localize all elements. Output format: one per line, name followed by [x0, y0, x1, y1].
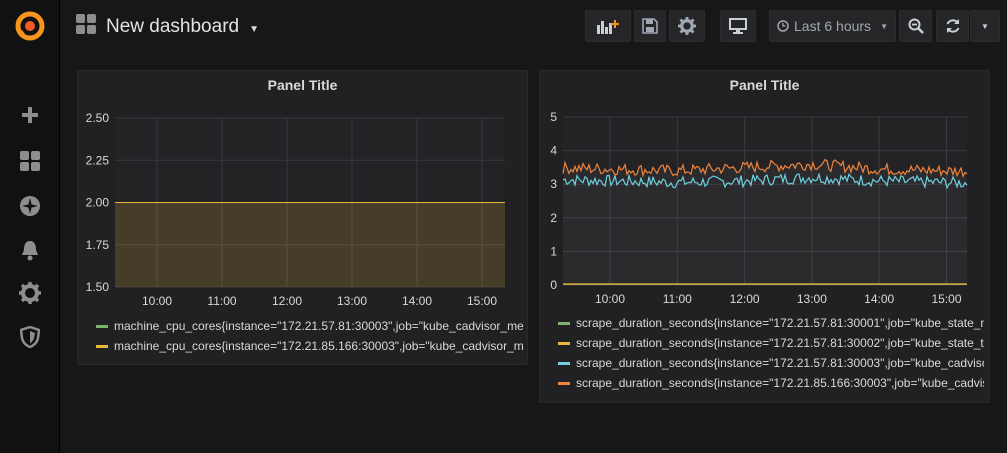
graph-canvas[interactable]: 0 1 2 3 4 5 10:00 11:00 12:00 13:00 14:00 15:00	[540, 101, 991, 341]
time-range-picker[interactable]: Last 6 hours ▼	[769, 10, 896, 42]
legend-swatch	[558, 361, 570, 365]
legend-label: machine_cpu_cores{instance="172.21.85.16…	[114, 339, 524, 353]
refresh-icon	[946, 19, 959, 33]
save-icon	[642, 18, 658, 34]
legend-item[interactable]: scrape_duration_seconds{instance="172.21…	[558, 373, 984, 393]
legend-label: scrape_duration_seconds{instance="172.21…	[576, 336, 984, 350]
legend-item[interactable]: machine_cpu_cores{instance="172.21.57.81…	[96, 316, 524, 336]
save-dashboard-button[interactable]	[634, 10, 666, 42]
legend-item[interactable]: machine_cpu_cores{instance="172.21.85.16…	[96, 336, 524, 356]
y-tick-label: 2.50	[86, 111, 110, 125]
legend-swatch	[558, 321, 570, 325]
graph-canvas[interactable]: 1.50 1.75 2.00 2.25 2.50 10:00 11:00 12:00 13:00…	[78, 101, 529, 341]
dashboards-icon[interactable]	[18, 149, 42, 173]
x-tick-label: 14:00	[402, 294, 432, 308]
y-tick-label: 2	[550, 211, 557, 225]
gear-icon	[678, 17, 696, 35]
y-tick-label: 4	[550, 144, 557, 158]
x-tick-label: 11:00	[207, 294, 236, 308]
dashboard-title: New dashboard	[106, 16, 240, 37]
monitor-icon	[729, 18, 747, 34]
legend-label: scrape_duration_seconds{instance="172.21…	[576, 316, 984, 330]
x-tick-label: 13:00	[337, 294, 367, 308]
x-tick-label: 13:00	[797, 292, 827, 306]
plus-icon[interactable]	[18, 103, 42, 127]
refresh-button[interactable]	[936, 10, 969, 42]
x-tick-label: 14:00	[864, 292, 894, 306]
caret-down-icon: ▼	[249, 23, 259, 35]
add-panel-icon	[597, 20, 619, 34]
legend-label: machine_cpu_cores{instance="172.21.57.81…	[114, 319, 524, 333]
graph-panel: Panel Title 0 1 2 3 4 5 10:00 11:00 12:00 13:00 14…	[539, 70, 990, 403]
panel-legend: scrape_duration_seconds{instance="172.21…	[558, 313, 984, 393]
legend-item[interactable]: scrape_duration_seconds{instance="172.21…	[558, 353, 984, 373]
x-tick-label: 15:00	[931, 292, 961, 306]
alerting-bell-icon[interactable]	[18, 238, 42, 262]
zoom-out-icon	[908, 18, 924, 34]
tv-mode-button[interactable]	[720, 10, 756, 42]
y-tick-label: 1.75	[86, 238, 110, 252]
legend-swatch	[96, 344, 108, 348]
x-tick-label: 10:00	[595, 292, 625, 306]
legend-swatch	[558, 341, 570, 345]
x-tick-label: 10:00	[142, 294, 172, 308]
y-tick-label: 1.50	[86, 280, 110, 294]
clock-icon	[777, 20, 789, 32]
sidebar	[0, 0, 60, 453]
grafana-logo-icon[interactable]	[12, 8, 48, 44]
x-tick-label: 12:00	[272, 294, 302, 308]
explore-icon[interactable]	[18, 194, 42, 218]
topbar: New dashboard ▼ Last 6 hours ▼ ▼	[60, 0, 1007, 56]
legend-swatch	[558, 381, 570, 385]
dashboard-picker[interactable]: New dashboard ▼	[76, 10, 259, 44]
y-tick-label: 2.25	[86, 153, 110, 167]
y-tick-label: 1	[550, 244, 557, 258]
dashboards-icon	[76, 14, 96, 40]
legend-label: scrape_duration_seconds{instance="172.21…	[576, 376, 984, 390]
shield-icon[interactable]	[18, 325, 42, 349]
legend-item[interactable]: scrape_duration_seconds{instance="172.21…	[558, 333, 984, 353]
graph-panel: Panel Title 1.50 1.75 2.00 2.25 2.50 10:00 11:…	[77, 70, 528, 365]
series-area	[115, 202, 505, 287]
y-tick-label: 0	[550, 278, 557, 292]
x-tick-label: 11:00	[663, 292, 692, 306]
add-panel-button[interactable]	[585, 10, 631, 42]
zoom-out-button[interactable]	[899, 10, 932, 42]
legend-swatch	[96, 324, 108, 328]
caret-down-icon: ▼	[880, 21, 888, 31]
dashboard-settings-button[interactable]	[669, 10, 705, 42]
x-tick-label: 12:00	[730, 292, 760, 306]
legend-item[interactable]: scrape_duration_seconds{instance="172.21…	[558, 313, 984, 333]
panel-title[interactable]: Panel Title	[540, 77, 989, 93]
y-tick-label: 5	[550, 110, 557, 124]
time-range-label: Last 6 hours	[794, 18, 872, 34]
legend-label: scrape_duration_seconds{instance="172.21…	[576, 356, 984, 370]
caret-down-icon: ▼	[981, 21, 989, 31]
y-tick-label: 2.00	[86, 196, 110, 210]
y-tick-label: 3	[550, 177, 557, 191]
x-tick-label: 15:00	[467, 294, 497, 308]
gear-icon[interactable]	[18, 281, 42, 305]
panel-legend: machine_cpu_cores{instance="172.21.57.81…	[96, 316, 524, 356]
panel-title[interactable]: Panel Title	[78, 77, 527, 93]
refresh-interval-dropdown[interactable]: ▼	[970, 10, 1000, 42]
